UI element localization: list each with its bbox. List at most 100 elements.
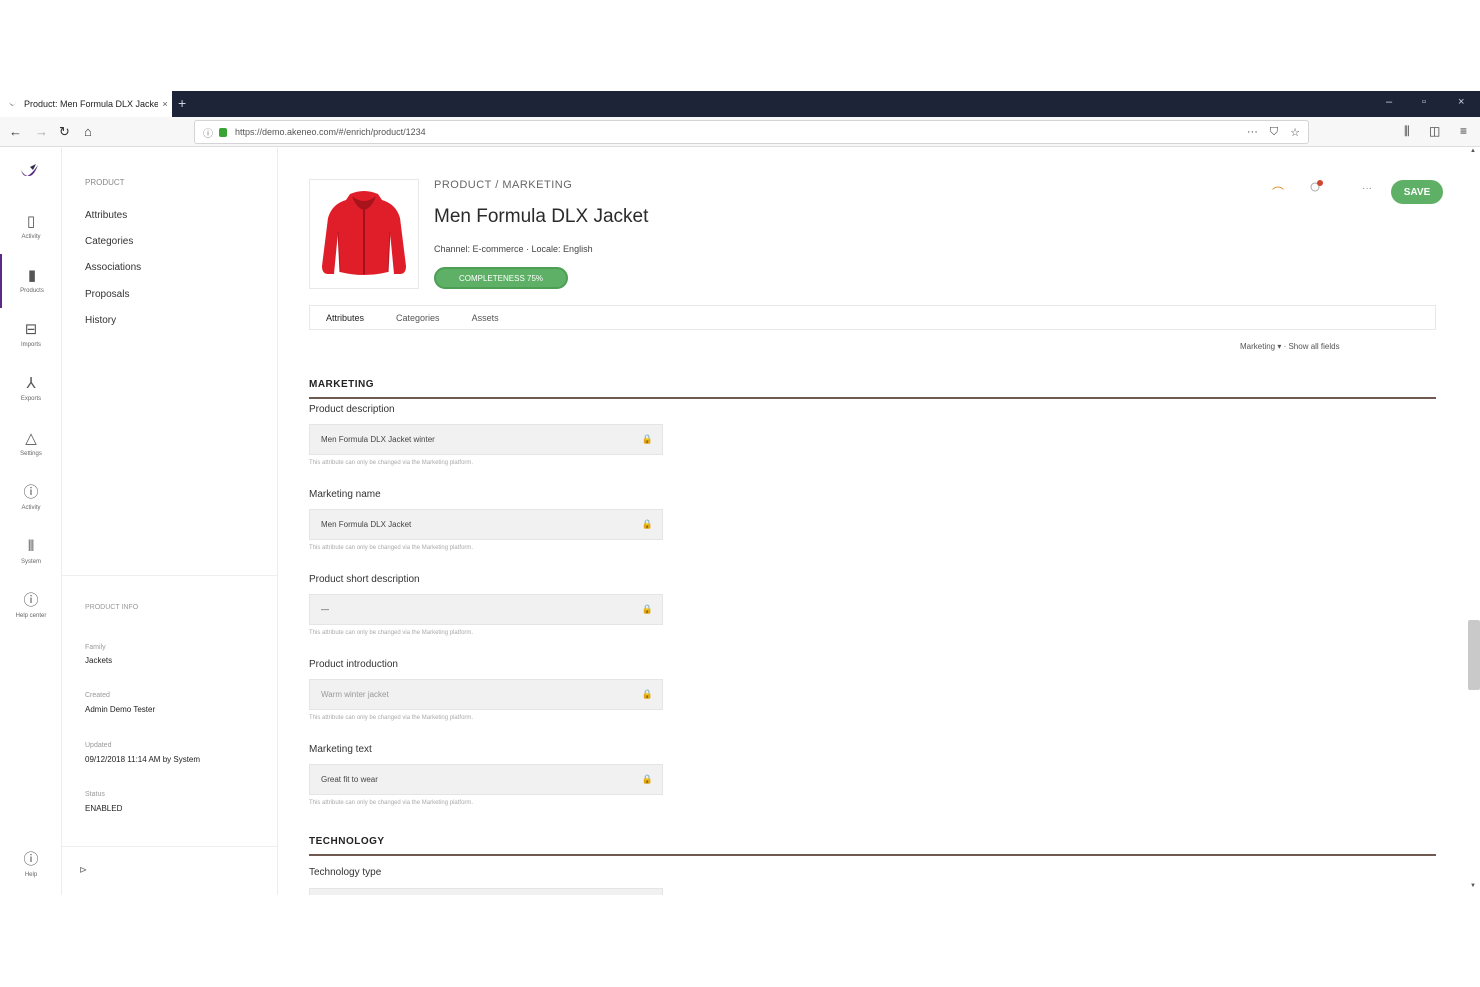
product-edit-form: PRODUCT / MARKETING Men Formula DLX Jack… <box>278 148 1468 895</box>
rail-item-activity[interactable]: ▯ Activity <box>0 200 62 254</box>
rail-item-label: Activity <box>21 505 41 511</box>
url-text[interactable]: https://demo.akeneo.com/#/enrich/product… <box>235 127 1247 137</box>
activity-2-icon: ⓘ <box>23 484 39 501</box>
tab-categories[interactable]: Categories <box>380 313 456 323</box>
main-nav-rail: ▯ Activity ▮ Products ⊟ Imports ⅄ Exports △ Setti… <box>0 148 62 895</box>
tab-close-icon[interactable]: × <box>158 99 172 109</box>
page-scrollbar[interactable]: ▲ ▼ <box>1468 148 1480 895</box>
akeneo-logo-icon[interactable] <box>19 162 41 184</box>
product-context-switch[interactable]: Channel: E-commerce · Locale: English <box>434 244 593 254</box>
rail-item-label: Exports <box>20 396 42 402</box>
sidenav-header: PRODUCT <box>85 178 125 187</box>
lock-icon: 🔒 <box>641 774 653 784</box>
rail-item-activity-2[interactable]: ⓘ Activity <box>0 471 62 525</box>
meta-label-created: Created <box>85 692 110 699</box>
field-label: Product short description <box>309 574 420 585</box>
menu-icon[interactable]: ≡ <box>1460 124 1467 138</box>
user-avatar-icon[interactable] <box>1310 179 1324 193</box>
maximize-button[interactable]: ▫ <box>1422 96 1426 108</box>
attribute-group-switch[interactable]: Marketing ▾ · Show all fields <box>1240 342 1340 351</box>
app-area: ▯ Activity ▮ Products ⊟ Imports ⅄ Exports △ Setti… <box>0 148 1480 895</box>
lock-icon: 🔒 <box>641 604 653 614</box>
field-label: Marketing name <box>309 489 381 500</box>
scroll-up-icon[interactable]: ▲ <box>1470 148 1476 154</box>
page-actions-icon[interactable]: ··· <box>1247 126 1258 139</box>
sidenav-item-attributes[interactable]: Attributes <box>85 210 127 221</box>
library-icon[interactable]: ⫼ <box>1404 124 1410 139</box>
rail-item-imports[interactable]: ⊟ Imports <box>0 308 62 362</box>
section-divider-marketing <box>309 397 1436 399</box>
meta-value-status: ENABLED <box>85 804 123 813</box>
rail-item-label: Settings <box>20 451 42 457</box>
more-actions-icon[interactable]: ··· <box>1362 183 1372 194</box>
lock-icon: 🔒 <box>641 434 653 444</box>
sidenav-item-history[interactable]: History <box>85 315 116 326</box>
marketing-text-field[interactable]: Great fit to wear 🔒 <box>309 764 663 795</box>
tab-assets[interactable]: Assets <box>456 313 515 323</box>
imports-icon: ⊟ <box>24 321 38 338</box>
rail-item-settings[interactable]: △ Settings <box>0 417 62 471</box>
exports-icon: ⅄ <box>26 375 36 392</box>
marketing-name-field[interactable]: Men Formula DLX Jacket 🔒 <box>309 509 663 540</box>
meta-value-family: Jackets <box>85 656 113 665</box>
short-description-field[interactable]: — 🔒 <box>309 594 663 625</box>
browser-tab-bar: Product: Men Formula DLX Jacket × + – ▫ … <box>0 91 1480 117</box>
help-center-icon: ⓘ <box>23 592 39 609</box>
browser-tab[interactable]: Product: Men Formula DLX Jacket × <box>0 91 172 117</box>
field-label: Product introduction <box>309 659 398 670</box>
field-value: Warm winter jacket <box>321 690 389 699</box>
sidenav-item-proposals[interactable]: Proposals <box>85 289 129 300</box>
sidebar-toggle-icon[interactable]: ◫ <box>1429 124 1440 138</box>
sidenav-item-categories[interactable]: Categories <box>85 236 133 247</box>
technology-type-field[interactable] <box>309 888 663 895</box>
scrollbar-thumb[interactable] <box>1468 620 1480 690</box>
rail-item-label: Imports <box>20 342 41 348</box>
completeness-badge[interactable]: COMPLETENESS 75% <box>434 267 568 289</box>
product-thumbnail[interactable] <box>309 179 419 289</box>
activity-icon: ▯ <box>26 213 36 230</box>
info-icon[interactable]: ⓘ <box>203 125 213 140</box>
rail-item-label: Activity <box>21 234 41 240</box>
home-icon[interactable]: ⌂ <box>84 124 92 139</box>
field-help: This attribute can only be changed via t… <box>309 545 474 551</box>
jacket-image <box>322 191 406 275</box>
rail-help[interactable]: ⓘ Help <box>0 838 62 892</box>
system-icon: ⦀ <box>27 538 35 555</box>
rail-item-products[interactable]: ▮ Products <box>0 254 62 308</box>
product-description-field[interactable]: Men Formula DLX Jacket winter 🔒 <box>309 424 663 455</box>
bookmark-star-icon[interactable]: ☆ <box>1290 126 1300 139</box>
field-value: Men Formula DLX Jacket <box>321 520 412 529</box>
product-introduction-field[interactable]: Warm winter jacket 🔒 <box>309 679 663 710</box>
tab-attributes[interactable]: Attributes <box>310 313 380 323</box>
product-breadcrumb: PRODUCT / MARKETING <box>434 179 573 191</box>
browser-nav-bar: ← → ↻ ⌂ ⓘ https://demo.akeneo.com/#/enri… <box>0 117 1480 147</box>
field-label: Marketing text <box>309 744 372 755</box>
pocket-icon[interactable]: ⛉ <box>1270 126 1278 139</box>
rail-item-exports[interactable]: ⅄ Exports <box>0 362 62 416</box>
scroll-down-icon[interactable]: ▼ <box>1470 883 1476 889</box>
meta-label-family: Family <box>85 644 106 651</box>
field-help: This attribute can only be changed via t… <box>309 715 474 721</box>
sidenav-divider <box>62 575 278 576</box>
sidenav-item-associations[interactable]: Associations <box>85 262 141 273</box>
close-window-button[interactable]: × <box>1458 96 1464 108</box>
field-help: This attribute can only be changed via t… <box>309 800 474 806</box>
save-button[interactable]: SAVE <box>1391 180 1443 204</box>
product-tabs: Attributes Categories Assets <box>309 305 1436 330</box>
notification-icon[interactable]: ⌒ <box>1272 184 1284 201</box>
browser-window: Product: Men Formula DLX Jacket × + – ▫ … <box>0 91 1480 895</box>
collapse-sidebar-icon[interactable]: ⊳ <box>79 865 87 876</box>
minimize-button[interactable]: – <box>1386 96 1392 108</box>
reload-icon[interactable]: ↻ <box>59 124 70 140</box>
section-title-technology: TECHNOLOGY <box>309 836 385 847</box>
app-logo-icon <box>9 100 17 106</box>
forward-arrow-icon[interactable]: → <box>35 124 48 139</box>
lock-icon: 🔒 <box>641 519 653 529</box>
rail-item-help-center[interactable]: ⓘ Help center <box>0 579 62 633</box>
new-tab-button[interactable]: + <box>178 95 186 111</box>
rail-item-system[interactable]: ⦀ System <box>0 525 62 579</box>
field-value: Great fit to wear <box>321 775 378 784</box>
url-bar[interactable]: ⓘ https://demo.akeneo.com/#/enrich/produ… <box>194 120 1309 144</box>
browser-tab-title: Product: Men Formula DLX Jacket <box>24 99 158 109</box>
back-arrow-icon[interactable]: ← <box>9 124 22 139</box>
